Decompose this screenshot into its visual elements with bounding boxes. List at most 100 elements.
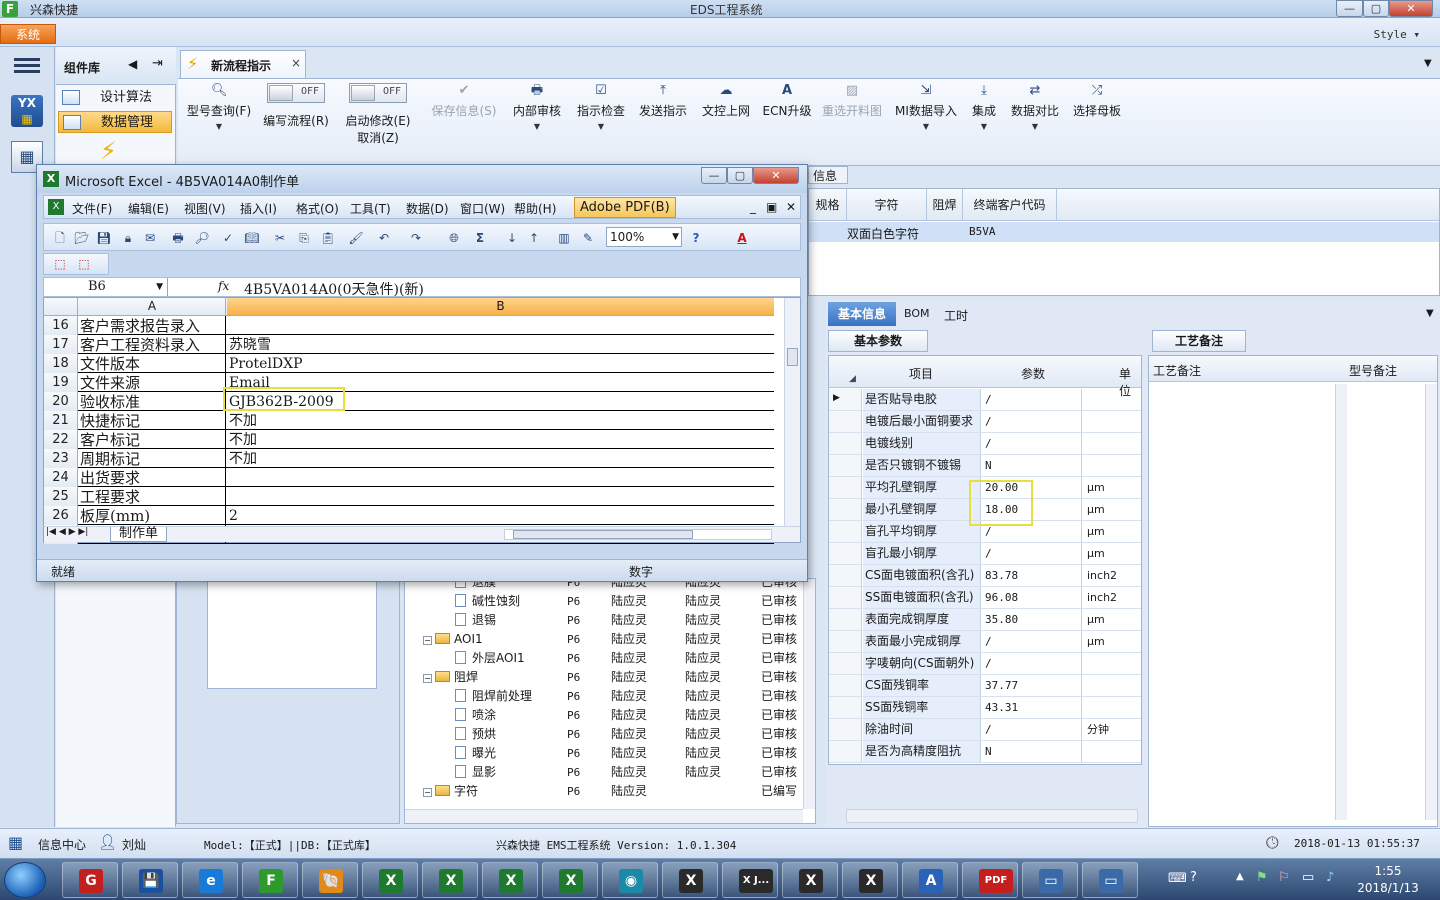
sort-ascending-icon[interactable]: ↓: [504, 230, 520, 246]
tree-row[interactable]: − 阻焊 P6 陆应灵 陆应灵 已审核: [405, 668, 803, 687]
close-button[interactable]: ✕: [1389, 0, 1433, 17]
paste-icon[interactable]: 📋︎: [320, 230, 336, 246]
excel-menu-item[interactable]: 工具(T): [350, 200, 391, 217]
row-number[interactable]: 21: [44, 411, 78, 430]
save-info-button[interactable]: ✔ 保存信息(S): [428, 83, 500, 119]
help-icon[interactable]: ?: [688, 230, 704, 246]
taskbar-app[interactable]: 💾: [122, 862, 178, 898]
function-icon[interactable]: fx: [218, 279, 229, 293]
pin-icon[interactable]: ⇥: [152, 56, 163, 71]
param-row[interactable]: 盲孔最小铜厚 / μm: [829, 543, 1141, 565]
row-number[interactable]: 24: [44, 468, 78, 487]
send-instruction-button[interactable]: ⤒ 发送指示: [636, 83, 690, 119]
chevron-down-icon[interactable]: ▼: [1424, 58, 1432, 69]
horizontal-scrollbar[interactable]: [504, 529, 772, 540]
undo-icon[interactable]: ↶: [376, 230, 392, 246]
maximize-button[interactable]: ▢: [1363, 0, 1389, 17]
sheet-nav-icons[interactable]: |◀ ◀ ▶ ▶|: [46, 527, 88, 537]
row-number[interactable]: 18: [44, 354, 78, 373]
param-row[interactable]: CS面电镀面积(含孔) 83.78 inch2: [829, 565, 1141, 587]
taskbar-app[interactable]: PDF: [962, 862, 1018, 898]
permission-icon[interactable]: 🔒︎: [120, 230, 136, 246]
tab-close-icon[interactable]: ×: [291, 56, 301, 70]
info-center-link[interactable]: 信息中心: [38, 836, 86, 853]
cell-a[interactable]: 客户工程资料录入: [79, 335, 226, 354]
component-item-design-algorithm[interactable]: 设计算法: [58, 87, 172, 109]
excel-menu-item[interactable]: 格式(O): [296, 200, 339, 217]
cell-b[interactable]: 2: [227, 506, 774, 525]
taskbar-app[interactable]: e: [182, 862, 238, 898]
excel-menu-item[interactable]: 插入(I): [240, 200, 277, 217]
doc-restore-icon[interactable]: ▣: [766, 200, 777, 214]
tree-row[interactable]: 碱性蚀刻 P6 陆应灵 陆应灵 已审核: [405, 592, 803, 611]
excel-menu-item[interactable]: 窗口(W): [460, 200, 505, 217]
taskbar-app[interactable]: X: [542, 862, 598, 898]
tab-new-process[interactable]: ⚡ 新流程指示 ×: [180, 50, 306, 78]
taskbar-app[interactable]: F: [242, 862, 298, 898]
write-process-toggle[interactable]: OFF 编写流程(R): [260, 83, 332, 129]
sheet-tab[interactable]: 制作单: [110, 527, 168, 542]
toggle-switch[interactable]: OFF: [349, 83, 407, 103]
email-icon[interactable]: ✉: [142, 230, 158, 246]
system-menu-tab[interactable]: 系统: [0, 24, 56, 44]
taskbar-app[interactable]: 🐚: [302, 862, 358, 898]
save-icon[interactable]: 💾︎: [96, 230, 112, 246]
tab-process-remarks[interactable]: 工艺备注: [1152, 330, 1246, 352]
tab-basic-info[interactable]: 基本信息: [828, 302, 896, 326]
help-icon[interactable]: ?: [1190, 870, 1197, 885]
param-value[interactable]: /: [982, 543, 1082, 564]
name-box[interactable]: B6 ▼: [44, 278, 168, 296]
open-folder-icon[interactable]: 📂︎: [74, 230, 90, 246]
excel-menu-item[interactable]: 视图(V): [184, 200, 226, 217]
column-header[interactable]: 规格: [809, 189, 847, 221]
toggle-switch[interactable]: OFF: [267, 83, 325, 103]
yx-logo-icon[interactable]: YX ▦: [11, 95, 43, 127]
tab-info[interactable]: 信息: [808, 166, 848, 184]
select-motherboard-button[interactable]: ⤮ 选择母板: [1070, 83, 1124, 119]
hyperlink-icon[interactable]: 🌐︎: [446, 230, 462, 246]
drawing-icon[interactable]: ✎: [580, 230, 596, 246]
cell-b[interactable]: 不加: [227, 430, 774, 449]
cell-b[interactable]: [227, 487, 774, 506]
param-value[interactable]: 35.80: [982, 609, 1082, 630]
redo-icon[interactable]: ↷: [408, 230, 424, 246]
collapse-icon[interactable]: −: [423, 636, 432, 645]
row-number[interactable]: 22: [44, 430, 78, 449]
row-number[interactable]: 26: [44, 506, 78, 525]
excel-menu-item[interactable]: 文件(F): [72, 200, 112, 217]
new-file-icon[interactable]: 🗋: [52, 230, 68, 246]
param-row[interactable]: 除油时间 / 分钟: [829, 719, 1141, 741]
taskbar-app[interactable]: X: [662, 862, 718, 898]
cell-b[interactable]: 不加: [227, 449, 774, 468]
internal-review-button[interactable]: 🖶 内部审核 ▼: [510, 83, 564, 131]
vertical-scrollbar[interactable]: [803, 579, 815, 809]
sort-descending-icon[interactable]: ↑: [526, 230, 542, 246]
vertical-scrollbar[interactable]: [784, 298, 800, 526]
cut-icon[interactable]: ✂: [272, 230, 288, 246]
copy-icon[interactable]: ⎘: [296, 230, 312, 246]
tab-bom[interactable]: BOM: [904, 307, 930, 320]
cell-b[interactable]: [227, 316, 774, 335]
tree-row[interactable]: 预烘 P6 陆应灵 陆应灵 已审核: [405, 725, 803, 744]
param-value[interactable]: 83.78: [982, 565, 1082, 586]
volume-icon[interactable]: ♪: [1326, 870, 1334, 885]
row-number[interactable]: 20: [44, 392, 78, 411]
column-header[interactable]: 终端客户代码: [963, 189, 1057, 221]
column-header[interactable]: 参数: [1021, 365, 1045, 382]
excel-menu-item[interactable]: Adobe PDF(B): [574, 197, 676, 218]
param-row[interactable]: 字唛朝向(CS面朝外) /: [829, 653, 1141, 675]
taskbar-app[interactable]: X: [422, 862, 478, 898]
collapse-icon[interactable]: −: [423, 674, 432, 683]
chevron-left-icon[interactable]: ◀: [128, 57, 137, 71]
row-number[interactable]: 23: [44, 449, 78, 468]
collapse-icon[interactable]: −: [423, 788, 432, 797]
row-number[interactable]: 19: [44, 373, 78, 392]
cell-b[interactable]: 苏晓雪: [227, 335, 774, 354]
cell-a[interactable]: 快捷标记: [79, 411, 226, 430]
cell-b[interactable]: [227, 468, 774, 487]
excel-close-button[interactable]: ✕: [753, 167, 799, 184]
column-header[interactable]: 字符: [847, 189, 927, 221]
param-value[interactable]: /: [982, 719, 1082, 740]
taskbar-app[interactable]: G: [62, 862, 118, 898]
row-number[interactable]: 16: [44, 316, 78, 335]
